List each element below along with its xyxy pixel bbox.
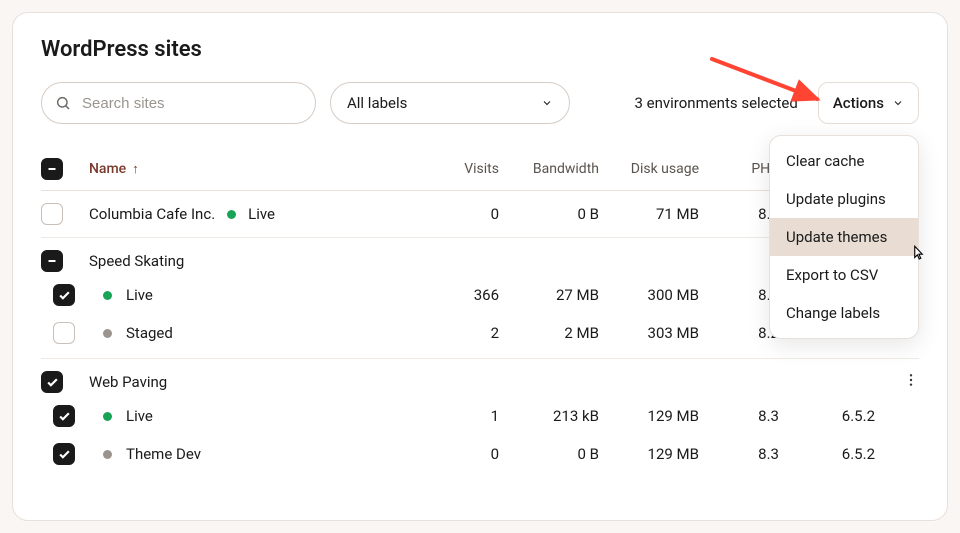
select-all-checkbox[interactable] (41, 158, 63, 180)
col-php-header[interactable]: PHP (699, 161, 779, 177)
bandwidth-cell: 213 kB (499, 407, 599, 425)
site-name-cell[interactable]: Speed Skating (89, 252, 419, 270)
env-name-cell[interactable]: Live (89, 407, 419, 425)
menu-item-export-csv[interactable]: Export to CSV (770, 256, 918, 294)
site-name-cell[interactable]: Columbia Cafe Inc. Live (89, 205, 419, 223)
php-cell: 8.3 (699, 445, 779, 463)
env-name-cell[interactable]: Live (89, 286, 419, 304)
annotation-arrow (707, 51, 847, 111)
sites-card: WordPress sites All labels 3 environment… (12, 12, 948, 521)
disk-cell: 300 MB (599, 286, 699, 304)
row-checkbox[interactable] (53, 443, 75, 465)
php-cell: 8.2 (699, 286, 779, 304)
wp-cell: 6.5.2 (779, 407, 879, 425)
row-checkbox[interactable] (53, 284, 75, 306)
status-dot-live (227, 210, 236, 219)
more-icon[interactable] (903, 372, 919, 388)
bandwidth-cell: 0 B (499, 205, 599, 223)
search-input[interactable] (41, 82, 316, 124)
php-cell: 8.3 (699, 407, 779, 425)
labels-select[interactable]: All labels (330, 82, 570, 124)
disk-cell: 71 MB (599, 205, 699, 223)
visits-cell: 0 (419, 205, 499, 223)
chevron-down-icon (892, 97, 904, 109)
labels-select-label: All labels (347, 94, 407, 112)
row-checkbox[interactable] (53, 322, 75, 344)
row-checkbox[interactable] (41, 371, 63, 393)
status-dot-live (103, 412, 112, 421)
row-checkbox[interactable] (53, 405, 75, 427)
menu-item-update-plugins[interactable]: Update plugins (770, 180, 918, 218)
menu-item-update-themes[interactable]: Update themes (770, 218, 918, 256)
visits-cell: 1 (419, 407, 499, 425)
status-dot-live (103, 291, 112, 300)
disk-cell: 129 MB (599, 445, 699, 463)
actions-menu: Clear cache Update plugins Update themes… (769, 135, 919, 339)
wp-cell: 6.5.2 (779, 445, 879, 463)
col-disk-header[interactable]: Disk usage (599, 161, 699, 177)
col-visits-header[interactable]: Visits (419, 161, 499, 177)
env-name-cell[interactable]: Staged (89, 324, 419, 342)
col-bandwidth-header[interactable]: Bandwidth (499, 161, 599, 177)
env-name-cell[interactable]: Theme Dev (89, 445, 419, 463)
col-name-header[interactable]: Name ↑ (89, 161, 419, 177)
visits-cell: 366 (419, 286, 499, 304)
search-icon (55, 95, 71, 111)
row-checkbox[interactable] (41, 203, 63, 225)
visits-cell: 2 (419, 324, 499, 342)
status-dot-dev (103, 450, 112, 459)
table-row: Theme Dev 0 0 B 129 MB 8.3 6.5.2 (41, 435, 919, 473)
bandwidth-cell: 0 B (499, 445, 599, 463)
visits-cell: 0 (419, 445, 499, 463)
cursor-icon (908, 244, 926, 262)
table-row: Web Paving (41, 359, 919, 397)
menu-item-change-labels[interactable]: Change labels (770, 294, 918, 332)
status-dot-staged (103, 329, 112, 338)
chevron-down-icon (541, 97, 553, 109)
sort-asc-icon: ↑ (132, 161, 139, 177)
php-cell: 8.2 (699, 324, 779, 342)
table-row: Live 1 213 kB 129 MB 8.3 6.5.2 (41, 397, 919, 435)
bandwidth-cell: 27 MB (499, 286, 599, 304)
php-cell: 8.1 (699, 205, 779, 223)
bandwidth-cell: 2 MB (499, 324, 599, 342)
row-checkbox[interactable] (41, 250, 63, 272)
site-name-cell[interactable]: Web Paving (89, 373, 419, 391)
disk-cell: 129 MB (599, 407, 699, 425)
menu-item-clear-cache[interactable]: Clear cache (770, 142, 918, 180)
search-wrap (41, 82, 316, 124)
disk-cell: 303 MB (599, 324, 699, 342)
